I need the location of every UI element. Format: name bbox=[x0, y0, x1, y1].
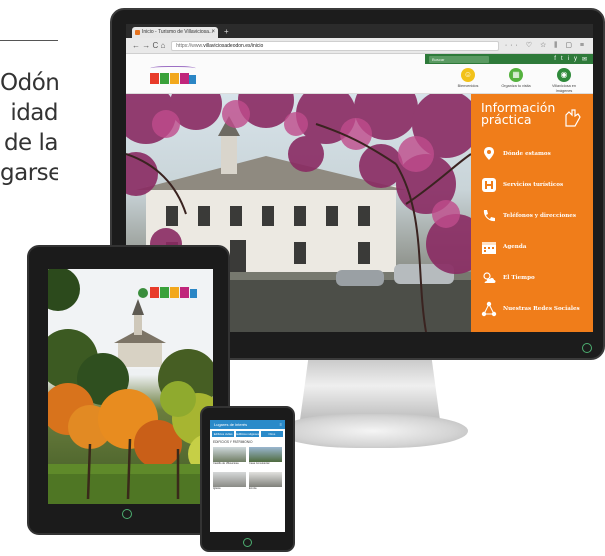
quick-link-bienvenidos[interactable]: ☺ Bienvenidos bbox=[451, 68, 485, 94]
instagram-icon[interactable]: i bbox=[568, 56, 569, 62]
share-icon bbox=[481, 301, 497, 317]
logo-letter bbox=[170, 73, 179, 84]
info-panel-title: Información práctica bbox=[481, 100, 556, 127]
card-thumbnail bbox=[213, 472, 246, 487]
calendar-icon: ▦ bbox=[509, 68, 523, 82]
site-logo[interactable] bbox=[150, 66, 196, 86]
mail-icon[interactable]: ✉ bbox=[582, 56, 587, 63]
card-caption: Ermita bbox=[249, 487, 257, 490]
info-item-donde-estamos[interactable]: Dónde estamos bbox=[481, 138, 591, 169]
quick-links: ☺ Bienvenidos ▦ Organiza tu visita ◉ Vil… bbox=[451, 68, 581, 94]
card-thumbnail bbox=[249, 472, 282, 487]
autumn-castle-photo bbox=[48, 269, 213, 504]
divider-line bbox=[0, 40, 58, 41]
weather-icon bbox=[481, 270, 497, 286]
side-text-line: de la bbox=[3, 130, 58, 156]
side-text-line: Odón bbox=[0, 70, 58, 96]
navigation-icons[interactable]: ← → C ⌂ bbox=[132, 41, 165, 50]
twitter-icon[interactable]: t bbox=[561, 56, 563, 62]
youtube-icon[interactable]: y bbox=[574, 56, 577, 62]
logo-letter bbox=[160, 73, 169, 84]
phone-card[interactable]: Castillo de Villaviciosa bbox=[213, 447, 246, 469]
tab-title: Inicio - Turismo de Villaviciosa... bbox=[142, 29, 214, 35]
close-tab-icon[interactable]: × bbox=[211, 27, 215, 38]
info-item-label: Agenda bbox=[503, 243, 527, 250]
monitor-power-button bbox=[582, 343, 592, 353]
card-caption: Casa Consistorial bbox=[249, 462, 270, 465]
info-item-label: Dónde estamos bbox=[503, 150, 551, 157]
location-pin-icon bbox=[481, 146, 497, 162]
tablet-screen bbox=[48, 269, 213, 504]
hand-pointer-icon bbox=[565, 109, 581, 127]
phone-home-button bbox=[243, 538, 252, 547]
hotel-icon bbox=[481, 177, 497, 193]
calendar-icon bbox=[481, 239, 497, 255]
tablet-home-button bbox=[122, 509, 132, 519]
browser-tab[interactable]: Inicio - Turismo de Villaviciosa... × bbox=[132, 27, 218, 38]
monitor-stand-neck bbox=[300, 358, 440, 420]
browser-tools-icons[interactable]: ··· ♡ ☆ ⫼ ▢ ≡ bbox=[505, 41, 587, 50]
browser-toolbar: ← → C ⌂ https://www.villaviciosadeodon.e… bbox=[126, 38, 593, 54]
menu-icon[interactable]: ≡ bbox=[280, 420, 282, 429]
info-item-agenda[interactable]: Agenda bbox=[481, 231, 591, 262]
quick-link-label: Organiza tu visita bbox=[501, 84, 531, 88]
info-item-telefonos[interactable]: Teléfonos y direcciones bbox=[481, 200, 591, 231]
phone-app-title: Lugares de interés bbox=[214, 422, 248, 427]
card-caption: Castillo de Villaviciosa bbox=[213, 462, 239, 465]
site-search-input[interactable]: Buscar bbox=[429, 55, 489, 63]
facebook-icon[interactable]: f bbox=[554, 56, 556, 62]
side-text: Odón idad de la garse bbox=[0, 68, 58, 188]
quick-link-label: Villaviciosa en Imágenes bbox=[552, 84, 576, 93]
quick-link-organiza[interactable]: ▦ Organiza tu visita bbox=[499, 68, 533, 94]
logo-letter bbox=[189, 75, 196, 84]
phone-category-chips: Edificios civiles Edificios religiosos O… bbox=[210, 429, 285, 439]
phone-card[interactable]: Ermita bbox=[249, 472, 282, 494]
logo-letter bbox=[150, 73, 159, 84]
side-text-line: garse bbox=[0, 160, 58, 186]
quick-link-imagenes[interactable]: ◉ Villaviciosa en Imágenes bbox=[547, 68, 581, 94]
info-item-label: Nuestras Redes Sociales bbox=[503, 305, 580, 312]
info-item-tiempo[interactable]: El Tiempo bbox=[481, 262, 591, 293]
utility-bar: Buscar f t i y ✉ bbox=[425, 54, 593, 64]
quick-link-label: Bienvenidos bbox=[457, 84, 479, 88]
info-panel: Información práctica Dónde estamos Servi… bbox=[471, 94, 593, 332]
info-item-redes[interactable]: Nuestras Redes Sociales bbox=[481, 293, 591, 324]
camera-icon: ◉ bbox=[557, 68, 571, 82]
favicon-icon bbox=[135, 30, 140, 35]
info-item-label: Servicios turísticos bbox=[503, 181, 564, 188]
phone-card[interactable]: Iglesia bbox=[213, 472, 246, 494]
monitor-stand-base bbox=[278, 414, 468, 448]
phone-card-grid: Castillo de Villaviciosa Casa Consistori… bbox=[210, 445, 285, 496]
side-text-line: idad bbox=[10, 100, 58, 126]
phone-chip[interactable]: Edificios civiles bbox=[212, 431, 235, 437]
phone-screen: Lugares de interés ≡ Edificios civiles E… bbox=[210, 420, 285, 532]
new-tab-button[interactable]: + bbox=[224, 26, 229, 38]
info-item-label: El Tiempo bbox=[503, 274, 535, 281]
url-host: villaviciosadeodon.es/inicio bbox=[203, 42, 264, 49]
info-item-servicios[interactable]: Servicios turísticos bbox=[481, 169, 591, 200]
phone-chip[interactable]: Otros bbox=[260, 431, 283, 437]
phone-card[interactable]: Casa Consistorial bbox=[249, 447, 282, 469]
face-icon: ☺ bbox=[461, 68, 475, 82]
phone-icon bbox=[481, 208, 497, 224]
phone-chip[interactable]: Edificios religiosos bbox=[236, 431, 259, 437]
browser-tab-bar: Inicio - Turismo de Villaviciosa... × + bbox=[126, 24, 593, 38]
site-header: Buscar f t i y ✉ ☺ Bienvenidos ▦ Organiz… bbox=[126, 54, 593, 94]
card-thumbnail bbox=[249, 447, 282, 462]
logo-skyline bbox=[150, 66, 196, 72]
info-panel-items: Dónde estamos Servicios turísticos Teléf… bbox=[481, 138, 591, 324]
url-prefix: https://www. bbox=[176, 42, 204, 49]
info-item-label: Teléfonos y direcciones bbox=[503, 212, 576, 219]
card-caption: Iglesia bbox=[213, 487, 221, 490]
logo-letter bbox=[180, 73, 189, 84]
phone-app-bar: Lugares de interés ≡ bbox=[210, 420, 285, 429]
card-thumbnail bbox=[213, 447, 246, 462]
phone-device: Lugares de interés ≡ Edificios civiles E… bbox=[200, 406, 295, 552]
address-bar[interactable]: https://www.villaviciosadeodon.es/inicio bbox=[171, 40, 499, 51]
